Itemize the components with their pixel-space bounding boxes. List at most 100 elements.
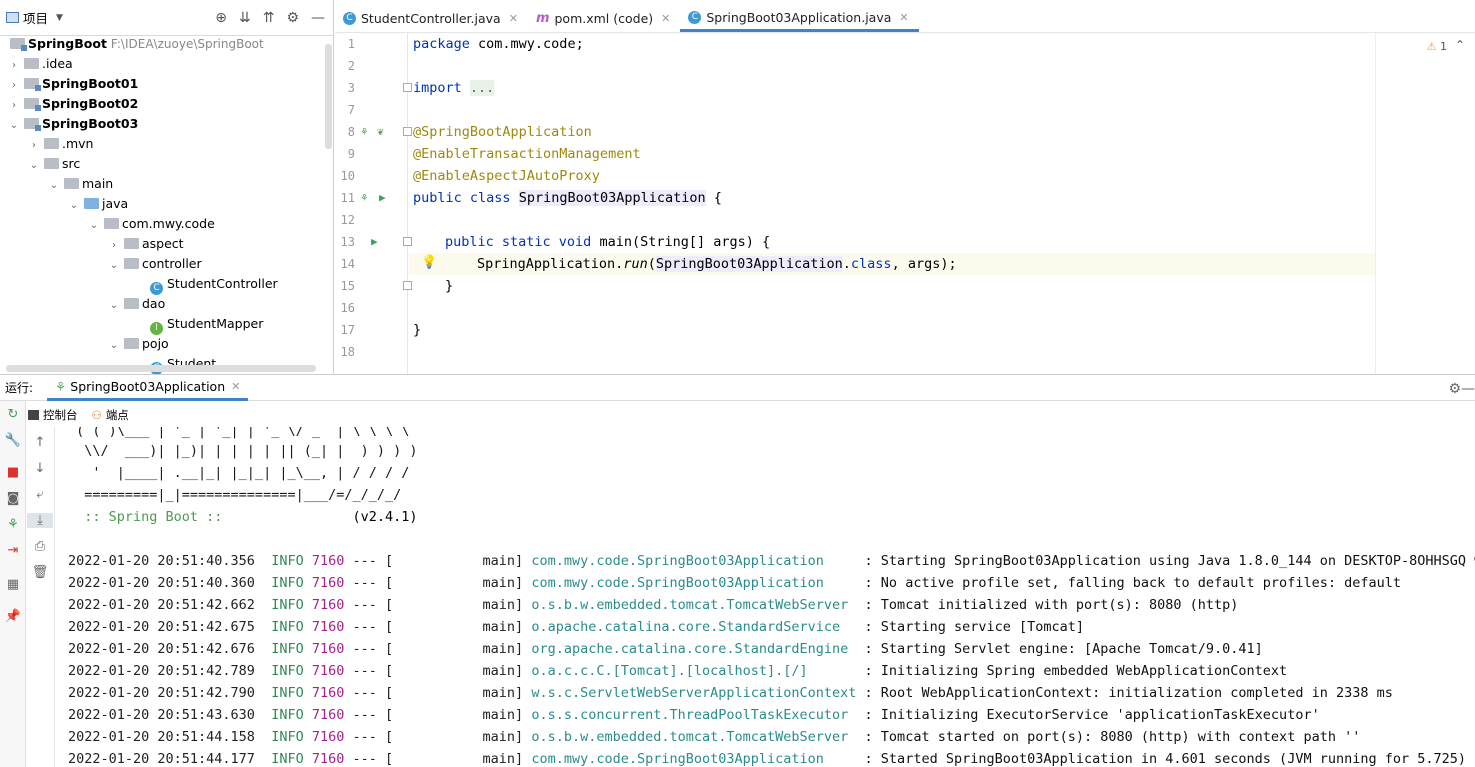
folded-imports[interactable]: ...: [469, 80, 495, 96]
tree-item-mvn[interactable]: › .mvn: [28, 134, 93, 154]
close-icon[interactable]: ✕: [231, 380, 240, 393]
module-folder-icon: [23, 118, 41, 131]
spring-bean-icon[interactable]: ⚘: [361, 121, 368, 143]
chevron-right-icon[interactable]: ›: [108, 236, 120, 256]
pin-icon[interactable]: 📌: [0, 609, 26, 624]
line-number: 18: [340, 345, 355, 359]
gear-icon[interactable]: ⚙: [286, 10, 299, 26]
chevron-down-icon[interactable]: ⌄: [108, 256, 120, 276]
project-panel-title[interactable]: 项目: [23, 8, 48, 27]
expand-all-icon[interactable]: ⇊: [239, 10, 251, 26]
package-icon: [123, 298, 139, 309]
stop-icon[interactable]: ■: [0, 465, 26, 480]
print-icon[interactable]: ⎙: [27, 539, 53, 554]
line-number: 1: [347, 37, 355, 51]
console-icon: [28, 409, 39, 420]
tree-item-main[interactable]: ⌄ main: [48, 174, 113, 194]
chevron-down-icon[interactable]: ⌄: [8, 116, 20, 136]
tree-item-src[interactable]: ⌄ src: [28, 154, 80, 174]
run-class-icon[interactable]: ▶: [379, 187, 386, 209]
code-line-17: }: [413, 322, 422, 338]
horizontal-scrollbar[interactable]: [6, 365, 316, 372]
chevron-right-icon[interactable]: ›: [8, 56, 20, 76]
gear-icon[interactable]: ⚙: [1448, 381, 1461, 397]
chevron-right-icon[interactable]: ›: [28, 136, 40, 156]
locate-icon[interactable]: ⊕: [215, 10, 227, 26]
tree-item-studentmapper[interactable]: I StudentMapper: [150, 314, 263, 335]
log-line: 2022-01-20 20:51:42.676 INFO 7160 --- [ …: [68, 641, 1263, 657]
tree-item-springboot03[interactable]: ⌄ SpringBoot03: [8, 114, 138, 134]
tree-item-aspect[interactable]: › aspect: [108, 234, 184, 254]
tab-endpoints[interactable]: ⚇ 端点: [92, 407, 129, 423]
chevron-right-icon[interactable]: ›: [8, 76, 20, 96]
spring-bean-icon[interactable]: ⚘: [361, 187, 368, 209]
package-icon: [123, 238, 139, 249]
warning-indicator[interactable]: ⚠ 1: [1427, 40, 1447, 53]
code-line-11: public class SpringBoot03Application {: [413, 190, 722, 206]
line-number: 3: [347, 81, 355, 95]
camera-icon[interactable]: ◙: [0, 491, 26, 506]
spring-icon[interactable]: ⚘: [0, 517, 26, 532]
project-panel: 项目 ▼ ⊕ ⇊ ⇈ ⚙ — SpringBoot F:\IDEA\zuoye\…: [0, 0, 334, 374]
tree-root[interactable]: SpringBoot F:\IDEA\zuoye\SpringBoot: [10, 34, 264, 54]
tab-springboot03application[interactable]: C SpringBoot03Application.java ✕: [680, 5, 919, 32]
chevron-down-icon[interactable]: ⌄: [108, 336, 120, 356]
log-line: 2022-01-20 20:51:42.675 INFO 7160 --- [ …: [68, 619, 1084, 635]
run-label: 运行:: [5, 381, 34, 395]
trash-icon[interactable]: 🗑: [27, 565, 53, 580]
close-icon[interactable]: ✕: [509, 12, 518, 25]
tree-item-pojo[interactable]: ⌄ pojo: [108, 334, 169, 354]
tree-item-springboot01[interactable]: › SpringBoot01: [8, 74, 138, 94]
layout-icon[interactable]: ▦: [0, 577, 26, 592]
line-number: 17: [340, 323, 355, 337]
tab-studentcontroller[interactable]: C StudentController.java ✕: [335, 5, 528, 32]
chevron-up-icon[interactable]: ⌃: [1455, 38, 1465, 52]
rerun-icon[interactable]: ↻: [0, 407, 26, 422]
tree-item-java[interactable]: ⌄ java: [68, 194, 128, 214]
scroll-to-end-icon[interactable]: ⤓: [27, 513, 53, 528]
tree-item-dao[interactable]: ⌄ dao: [108, 294, 165, 314]
arrow-down-icon[interactable]: ↓: [27, 461, 53, 476]
code-line-14: SpringApplication.run(SpringBoot03Applic…: [477, 256, 957, 272]
folder-icon: [43, 138, 59, 149]
log-line: 2022-01-20 20:51:40.356 INFO 7160 --- [ …: [68, 553, 1475, 569]
tree-item-controller[interactable]: ⌄ controller: [108, 254, 202, 274]
chevron-down-icon[interactable]: ⌄: [48, 176, 60, 196]
exit-icon[interactable]: ⇥: [0, 543, 26, 558]
soft-wrap-icon[interactable]: ⤶: [27, 487, 53, 502]
banner-line: ' |____| .__|_| |_|_| |_\__, | / / / /: [68, 465, 410, 481]
chevron-down-icon[interactable]: ⌄: [108, 296, 120, 316]
folder-icon: [63, 178, 79, 189]
chevron-down-icon[interactable]: ⌄: [88, 216, 100, 236]
project-panel-header: 项目 ▼ ⊕ ⇊ ⇈ ⚙ —: [0, 0, 333, 36]
collapse-all-icon[interactable]: ⇈: [263, 10, 275, 26]
tree-item-springboot02[interactable]: › SpringBoot02: [8, 94, 138, 114]
line-number: 12: [340, 213, 355, 227]
spring-config-icon[interactable]: ❦: [377, 121, 384, 143]
tab-pom[interactable]: m pom.xml (code) ✕: [528, 5, 680, 32]
code-line-15: }: [445, 278, 454, 294]
run-main-icon[interactable]: ▶: [371, 231, 378, 253]
console-output[interactable]: ( ( )\___ | '_ | '_| | '_ \/ _` | \ \ \ …: [56, 427, 1475, 767]
lightbulb-icon[interactable]: 💡: [421, 255, 437, 270]
hide-icon[interactable]: —: [311, 10, 325, 26]
tree-item-studentcontroller[interactable]: C StudentController: [150, 274, 278, 295]
tree-item-idea[interactable]: › .idea: [8, 54, 73, 74]
vertical-scrollbar[interactable]: [325, 44, 332, 149]
tree-item-package[interactable]: ⌄ com.mwy.code: [88, 214, 215, 234]
code-line-1: package com.mwy.code;: [413, 36, 584, 52]
close-icon[interactable]: ✕: [661, 12, 670, 25]
line-number: 15: [340, 279, 355, 293]
project-view-icon: [6, 12, 19, 23]
chevron-right-icon[interactable]: ›: [8, 96, 20, 116]
run-tab[interactable]: ⚘ SpringBoot03Application ✕: [47, 375, 249, 401]
code-editor[interactable]: package com.mwy.code; import ... @Spring…: [409, 33, 1475, 374]
chevron-down-icon[interactable]: ⌄: [68, 196, 80, 216]
arrow-up-icon[interactable]: ↑: [27, 435, 53, 450]
wrench-icon[interactable]: 🔧: [0, 433, 26, 448]
chevron-down-icon[interactable]: ⌄: [28, 156, 40, 176]
hide-icon[interactable]: —: [1461, 381, 1475, 397]
tab-console[interactable]: 控制台: [28, 407, 78, 423]
chevron-down-icon[interactable]: ▼: [56, 13, 63, 23]
close-icon[interactable]: ✕: [899, 11, 908, 24]
